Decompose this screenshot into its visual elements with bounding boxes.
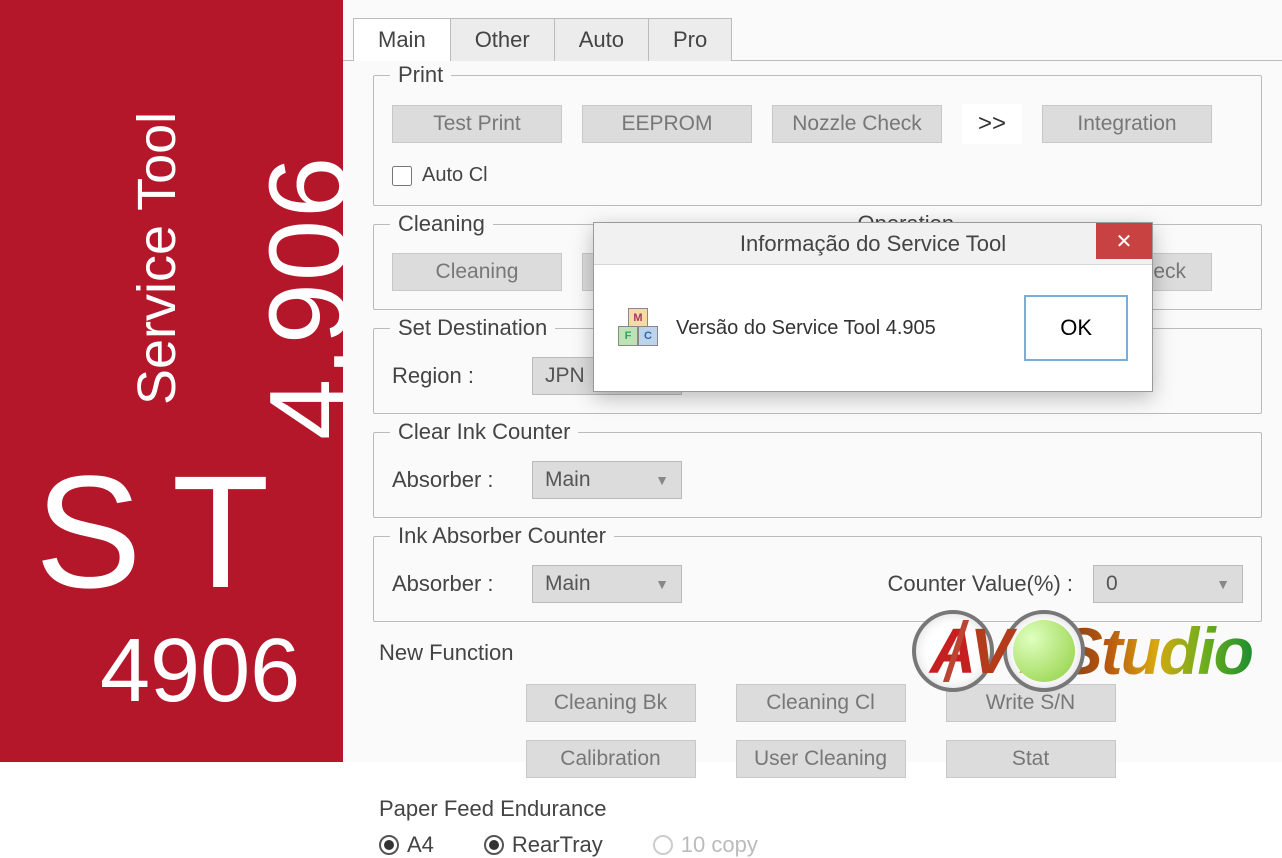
tab-pro[interactable]: Pro: [648, 18, 732, 61]
label-region: Region :: [392, 363, 512, 389]
service-tool-window: Main Other Auto Pro Print Test Print EEP…: [343, 0, 1282, 762]
legend-cleaning: Cleaning: [390, 211, 493, 237]
radio-a4[interactable]: A4: [379, 832, 434, 858]
btn-eeprom[interactable]: EEPROM: [582, 105, 752, 143]
select-absorber-clear-value: Main: [545, 468, 591, 492]
radio-a4-label: A4: [407, 832, 434, 858]
dialog-title-text: Informação do Service Tool: [740, 231, 1006, 257]
radio-10-copy[interactable]: 10 copy: [653, 832, 758, 858]
group-paper-feed: Paper Feed Endurance A4 RearTray 10 copy: [379, 796, 1262, 858]
banner-small: 4906: [100, 620, 300, 723]
btn-more[interactable]: >>: [962, 104, 1022, 144]
btn-test-print[interactable]: Test Print: [392, 105, 562, 143]
chevron-down-icon: ▼: [655, 576, 669, 592]
btn-cleaning-cl[interactable]: Cleaning Cl: [736, 684, 906, 722]
tab-other[interactable]: Other: [450, 18, 555, 61]
legend-clear-ink: Clear Ink Counter: [390, 419, 578, 445]
tab-auto[interactable]: Auto: [554, 18, 649, 61]
dialog-message: Versão do Service Tool 4.905: [676, 317, 936, 340]
dialog-title-bar[interactable]: Informação do Service Tool ✕: [594, 223, 1152, 265]
select-counter-value[interactable]: 0 ▼: [1093, 565, 1243, 603]
label-absorber-ink: Absorber :: [392, 571, 512, 597]
btn-cleaning[interactable]: Cleaning: [392, 253, 562, 291]
banner-line1: Service Tool: [126, 112, 188, 405]
select-counter-value-value: 0: [1106, 572, 1118, 596]
select-absorber-clear[interactable]: Main ▼: [532, 461, 682, 499]
radio-dot-icon: [484, 835, 504, 855]
tab-content-main: Print Test Print EEPROM Nozzle Check >> …: [343, 60, 1282, 858]
btn-integration[interactable]: Integration: [1042, 105, 1212, 143]
checkbox-auto-cl-input[interactable]: [392, 166, 412, 186]
btn-calibration[interactable]: Calibration: [526, 740, 696, 778]
logo-text-studio: Studio: [1059, 613, 1252, 689]
group-clear-ink: Clear Ink Counter Absorber : Main ▼: [373, 432, 1262, 518]
label-absorber-clear: Absorber :: [392, 467, 512, 493]
ava-studio-logo: A V A Studio: [912, 610, 1252, 692]
select-absorber-ink[interactable]: Main ▼: [532, 565, 682, 603]
mfc-blocks-icon: M F C: [618, 308, 658, 348]
legend-print: Print: [390, 62, 451, 88]
radio-10-copy-label: 10 copy: [681, 832, 758, 858]
logo-circle-a-green: A: [1003, 610, 1085, 692]
legend-paper-feed: Paper Feed Endurance: [379, 796, 1262, 822]
label-counter-value: Counter Value(%) :: [888, 571, 1073, 597]
banner-big: ST: [35, 440, 299, 624]
title-banner: Service Tool 4.906 ST 4906: [0, 0, 343, 762]
chevron-down-icon: ▼: [1216, 576, 1230, 592]
dialog-service-tool-info: Informação do Service Tool ✕ M F C Versã…: [593, 222, 1153, 392]
radio-dot-icon: [653, 835, 673, 855]
close-icon: ✕: [1116, 229, 1133, 254]
radio-dot-icon: [379, 835, 399, 855]
tab-bar: Main Other Auto Pro: [343, 18, 1282, 61]
chevron-down-icon: ▼: [655, 472, 669, 488]
btn-user-cleaning[interactable]: User Cleaning: [736, 740, 906, 778]
tab-main[interactable]: Main: [353, 18, 451, 61]
radio-rear-tray-label: RearTray: [512, 832, 603, 858]
select-region-value: JPN: [545, 364, 585, 388]
logo-letter-v: V: [970, 614, 1013, 688]
btn-cleaning-bk[interactable]: Cleaning Bk: [526, 684, 696, 722]
select-absorber-ink-value: Main: [545, 572, 591, 596]
btn-stat[interactable]: Stat: [946, 740, 1116, 778]
checkbox-auto-cl[interactable]: Auto Cl: [392, 164, 488, 187]
radio-rear-tray[interactable]: RearTray: [484, 832, 603, 858]
legend-set-destination: Set Destination: [390, 315, 555, 341]
dialog-ok-button[interactable]: OK: [1024, 295, 1128, 361]
legend-ink-absorber: Ink Absorber Counter: [390, 523, 614, 549]
checkbox-auto-cl-label: Auto Cl: [422, 164, 488, 187]
btn-nozzle-check[interactable]: Nozzle Check: [772, 105, 942, 143]
group-print: Print Test Print EEPROM Nozzle Check >> …: [373, 75, 1262, 206]
dialog-close-button[interactable]: ✕: [1096, 223, 1152, 259]
